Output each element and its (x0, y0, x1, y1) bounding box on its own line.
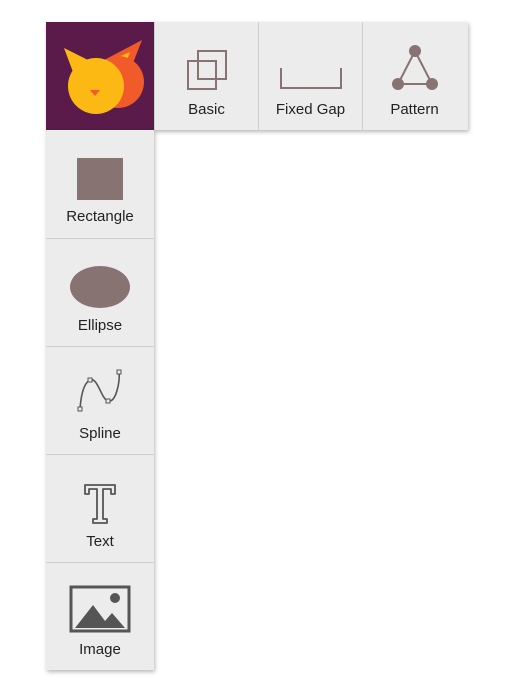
text-tool-button[interactable]: Text (46, 454, 154, 562)
image-tool-button[interactable]: Image (46, 562, 154, 670)
fixed-gap-label: Fixed Gap (275, 101, 346, 118)
rectangle-tool-button[interactable]: Rectangle (46, 130, 154, 238)
bracket-gap-icon (279, 68, 342, 89)
fixed-gap-tool-button[interactable]: Fixed Gap (258, 22, 362, 130)
ellipse-icon (70, 266, 130, 308)
top-toolbar: Basic Fixed Gap Pattern (46, 22, 468, 130)
pattern-tool-button[interactable]: Pattern (362, 22, 466, 130)
text-icon (84, 484, 116, 524)
overlapping-squares-icon (186, 50, 227, 90)
cat-face-logo-icon (64, 40, 144, 114)
image-icon (69, 585, 131, 633)
image-label: Image (79, 641, 121, 658)
triangle-nodes-icon (391, 45, 438, 90)
spline-label: Spline (79, 425, 121, 442)
left-toolbar: Rectangle Ellipse Spline Text Image (46, 130, 154, 670)
rectangle-label: Rectangle (66, 208, 134, 225)
pattern-label: Pattern (390, 101, 439, 118)
ellipse-tool-button[interactable]: Ellipse (46, 238, 154, 346)
spline-tool-button[interactable]: Spline (46, 346, 154, 454)
rectangle-icon (77, 158, 123, 200)
spline-icon (77, 369, 122, 412)
app-logo (46, 22, 154, 130)
ellipse-label: Ellipse (77, 317, 123, 334)
basic-label: Basic (188, 101, 225, 118)
text-label: Text (86, 533, 114, 550)
basic-tool-button[interactable]: Basic (154, 22, 258, 130)
